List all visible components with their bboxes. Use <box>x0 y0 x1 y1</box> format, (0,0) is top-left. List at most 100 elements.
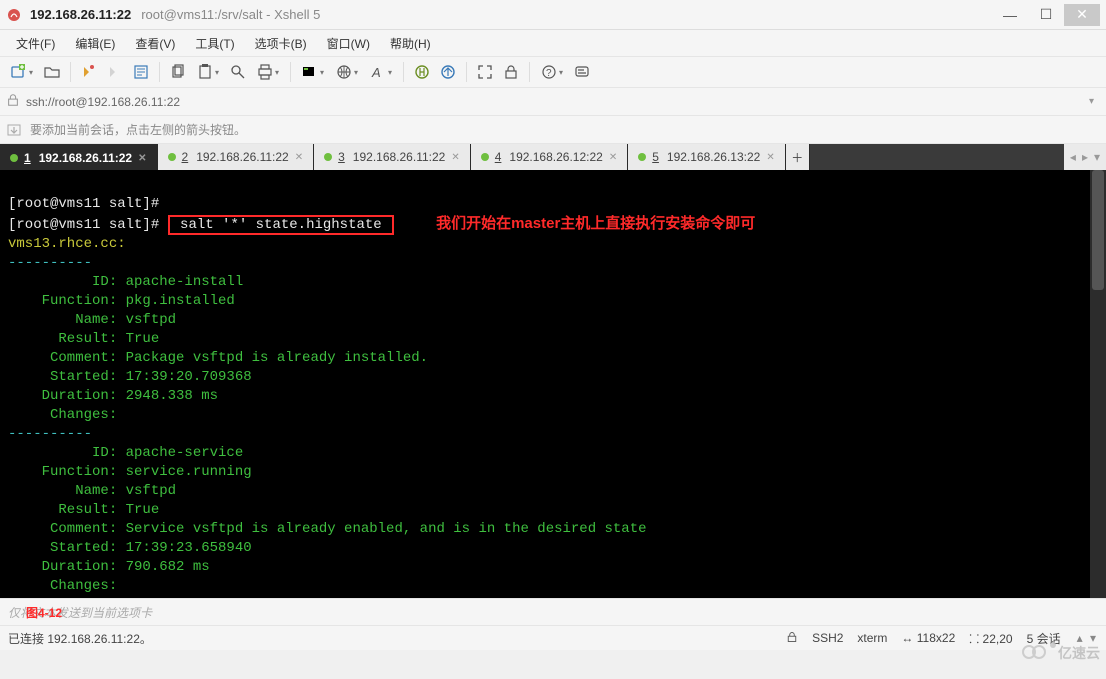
terminal-line: ---------- <box>8 426 92 442</box>
terminal-line: Function: service.running <box>8 464 252 480</box>
tab-close-icon[interactable]: ✕ <box>609 152 617 163</box>
toolbar-separator <box>290 62 291 82</box>
watermark-icon <box>1022 644 1052 662</box>
status-protocol: SSH2 <box>812 631 843 645</box>
tab-label: 192.168.26.12:22 <box>509 150 602 164</box>
fullscreen-button[interactable] <box>473 60 497 84</box>
toolbar-separator <box>70 62 71 82</box>
terminal-line: Started: 17:39:23.658940 <box>8 540 252 556</box>
menu-help[interactable]: 帮助(H) <box>382 32 439 55</box>
tab-close-icon[interactable]: ✕ <box>451 152 459 163</box>
xftp-button[interactable] <box>436 60 460 84</box>
status-dot-icon <box>638 153 646 161</box>
tab-number: 2 <box>182 150 189 164</box>
encoding-button[interactable]: ▾ <box>331 60 363 84</box>
terminal-line: ID: apache-install <box>8 274 243 290</box>
tab-close-icon[interactable]: ✕ <box>766 152 774 163</box>
window-title-main: 192.168.26.11:22 <box>30 7 131 22</box>
search-button[interactable] <box>226 60 250 84</box>
tab-close-icon[interactable]: ✕ <box>295 152 303 163</box>
color-scheme-button[interactable]: ▾ <box>297 60 329 84</box>
url-text[interactable]: ssh://root@192.168.26.11:22 <box>26 95 1077 109</box>
print-button[interactable]: ▾ <box>252 60 284 84</box>
status-lock-icon <box>786 631 798 646</box>
paste-button[interactable]: ▾ <box>192 60 224 84</box>
terminal-line: Comment: Package vsftpd is already insta… <box>8 350 428 366</box>
tab-number: 4 <box>495 150 502 164</box>
tab-1[interactable]: 1 192.168.26.11:22 ✕ <box>0 144 158 170</box>
tab-label: 192.168.26.11:22 <box>39 151 132 165</box>
terminal-scrollbar[interactable] <box>1090 170 1106 598</box>
scrollbar-thumb[interactable] <box>1092 170 1104 290</box>
new-session-button[interactable]: ▾ <box>6 60 38 84</box>
compose-button[interactable] <box>570 60 594 84</box>
watermark-text: 亿速云 <box>1058 643 1100 663</box>
status-size: ↔ 118x22 <box>901 631 955 645</box>
session-tabs: 1 192.168.26.11:22 ✕ 2 192.168.26.11:22 … <box>0 144 1106 170</box>
window-title-sub: root@vms11:/srv/salt - Xshell 5 <box>141 7 320 22</box>
tab-number: 1 <box>24 151 31 165</box>
tabs-menu-button[interactable]: ▾ <box>1094 150 1100 164</box>
tabs-prev-button[interactable]: ◂ <box>1070 150 1076 164</box>
lock-icon <box>6 93 20 110</box>
reconnect-button[interactable] <box>77 60 101 84</box>
xagent-button[interactable] <box>410 60 434 84</box>
add-session-arrow-icon[interactable] <box>6 122 22 138</box>
status-term-type: xterm <box>857 631 887 645</box>
help-button[interactable]: ? ▾ <box>536 60 568 84</box>
compose-bar[interactable]: 仅将文本发送到当前选项卡 图4-12 <box>0 598 1106 626</box>
window-close-button[interactable]: ✕ <box>1064 4 1100 26</box>
toolbar: ▾ ▾ ▾ ▾ ▾ A ▾ <box>0 56 1106 88</box>
window-maximize-button[interactable]: ☐ <box>1028 4 1064 26</box>
terminal-line: ID: apache-service <box>8 445 243 461</box>
tab-5[interactable]: 5 192.168.26.13:22 ✕ <box>628 144 786 170</box>
status-dot-icon <box>168 153 176 161</box>
terminal-line: ---------- <box>8 255 92 271</box>
terminal-host: vms13.rhce.cc: <box>8 236 126 252</box>
figure-label: 图4-12 <box>26 604 62 621</box>
tab-4[interactable]: 4 192.168.26.12:22 ✕ <box>471 144 629 170</box>
status-connection: 已连接 192.168.26.11:22。 <box>8 630 152 647</box>
tab-label: 192.168.26.13:22 <box>667 150 760 164</box>
font-button[interactable]: A ▾ <box>365 60 397 84</box>
menu-view[interactable]: 查看(V) <box>127 32 183 55</box>
properties-button[interactable] <box>129 60 153 84</box>
window-minimize-button[interactable]: — <box>992 4 1028 26</box>
status-dot-icon <box>324 153 332 161</box>
tab-label: 192.168.26.11:22 <box>353 150 446 164</box>
open-folder-button[interactable] <box>40 60 64 84</box>
app-icon <box>6 7 22 23</box>
tab-2[interactable]: 2 192.168.26.11:22 ✕ <box>158 144 315 170</box>
menu-window[interactable]: 窗口(W) <box>319 32 378 55</box>
terminal-annotation: 我们开始在master主机上直接执行安装命令即可 <box>436 215 755 232</box>
lock-button[interactable] <box>499 60 523 84</box>
terminal-line: Started: 17:39:20.709368 <box>8 369 252 385</box>
svg-text:A: A <box>371 65 381 80</box>
menu-tab[interactable]: 选项卡(B) <box>247 32 315 55</box>
tabs-nav: ◂ ▸ ▾ <box>1064 144 1106 170</box>
terminal[interactable]: [root@vms11 salt]# [root@vms11 salt]# sa… <box>0 170 1106 598</box>
menu-file[interactable]: 文件(F) <box>8 32 63 55</box>
titlebar: 192.168.26.11:22 root@vms11:/srv/salt - … <box>0 0 1106 30</box>
terminal-prompt: [root@vms11 salt]# <box>8 217 159 233</box>
tabs-next-button[interactable]: ▸ <box>1082 150 1088 164</box>
terminal-line: Changes: <box>8 578 117 594</box>
copy-button[interactable] <box>166 60 190 84</box>
url-dropdown-caret[interactable]: ▾ <box>1083 96 1100 107</box>
svg-text:?: ? <box>546 68 552 79</box>
toolbar-separator <box>466 62 467 82</box>
menu-tools[interactable]: 工具(T) <box>187 32 242 55</box>
disconnect-button[interactable] <box>103 60 127 84</box>
add-tab-button[interactable]: ＋ <box>786 144 810 170</box>
watermark: 亿速云 <box>1022 643 1100 663</box>
tab-close-icon[interactable]: ✕ <box>138 153 146 164</box>
menu-edit[interactable]: 编辑(E) <box>67 32 123 55</box>
terminal-line: Result: True <box>8 502 159 518</box>
terminal-line: Comment: Service vsftpd is already enabl… <box>8 521 647 537</box>
terminal-line: Result: True <box>8 331 159 347</box>
terminal-line: Changes: <box>8 407 117 423</box>
menubar: 文件(F) 编辑(E) 查看(V) 工具(T) 选项卡(B) 窗口(W) 帮助(… <box>0 30 1106 56</box>
hint-bar: 要添加当前会话，点击左侧的箭头按钮。 <box>0 116 1106 144</box>
tab-3[interactable]: 3 192.168.26.11:22 ✕ <box>314 144 471 170</box>
toolbar-separator <box>403 62 404 82</box>
